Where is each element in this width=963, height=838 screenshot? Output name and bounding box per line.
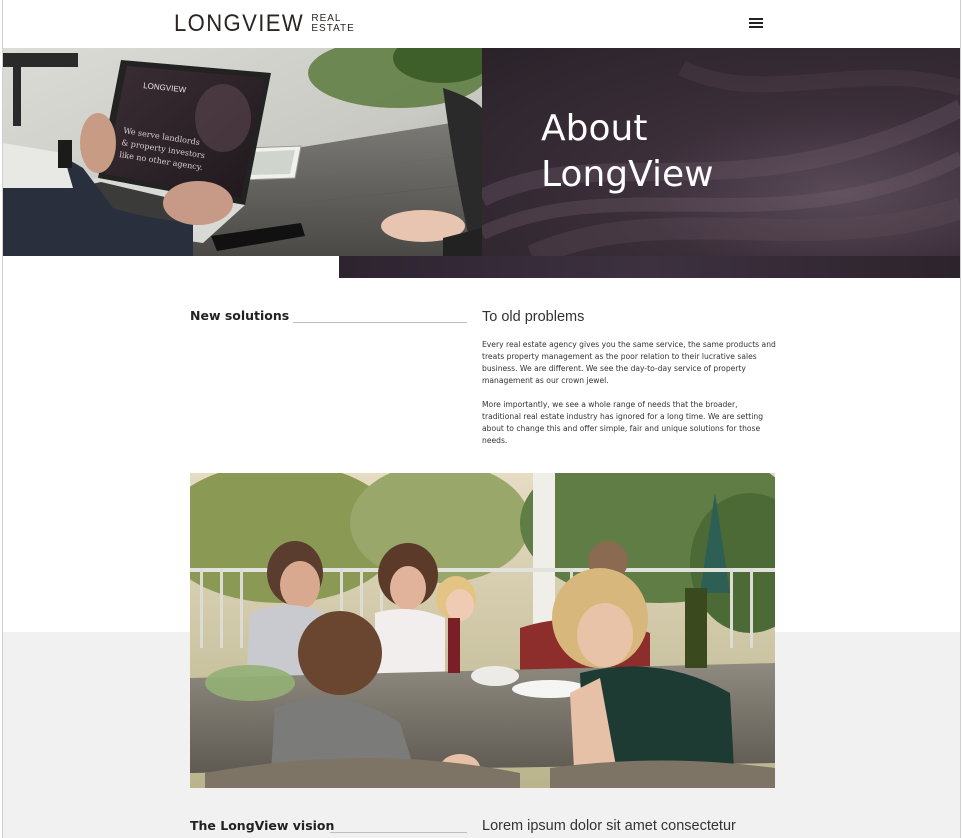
- site-header: LONGVIEW REAL ESTATE: [0, 0, 963, 48]
- logo[interactable]: LONGVIEW REAL ESTATE: [174, 10, 355, 38]
- hero-image: LONGVIEW We serve landlords & property i…: [3, 48, 482, 256]
- logo-sub-bottom: ESTATE: [311, 23, 355, 34]
- section-divider: [293, 322, 467, 323]
- section-heading-solutions: To old problems: [482, 309, 585, 325]
- section-heading-vision: Lorem ipsum dolor sit amet consectetur: [482, 818, 736, 834]
- family-dinner-image: [190, 473, 775, 788]
- hamburger-menu-icon[interactable]: [746, 14, 766, 32]
- solutions-paragraph-1: Every real estate agency gives you the s…: [482, 340, 776, 385]
- logo-subtitle: REAL ESTATE: [311, 14, 354, 34]
- solutions-paragraph-2: More importantly, we see a whole range o…: [482, 400, 764, 445]
- section-label-vision: The LongView vision: [190, 818, 335, 833]
- page-title-line1: About: [541, 108, 648, 149]
- page-title-line2: LongView: [541, 154, 714, 195]
- section-label-solutions: New solutions: [190, 308, 290, 323]
- hero-accent-strip: [339, 256, 961, 278]
- page-title: About LongView: [541, 106, 841, 198]
- logo-wordmark: LONGVIEW: [174, 10, 305, 37]
- section-divider: [330, 832, 467, 833]
